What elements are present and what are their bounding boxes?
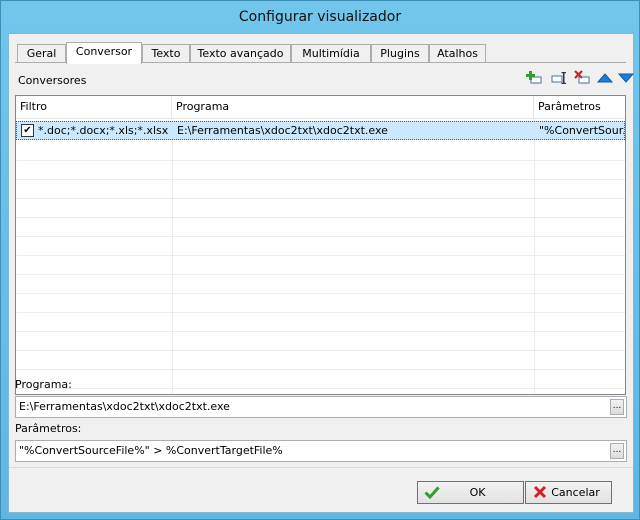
empty-row: [16, 369, 625, 389]
conversor-panel: Conversores Filtro Programa Parâmetros ✔…: [15, 62, 634, 395]
empty-row: [16, 293, 625, 313]
column-header-programa[interactable]: Programa: [172, 96, 534, 118]
ok-button[interactable]: OK: [417, 481, 524, 504]
move-down-icon[interactable]: [617, 69, 635, 87]
empty-row: [16, 236, 625, 256]
tab-texto-avancado[interactable]: Texto avançado: [190, 44, 291, 63]
tab-plugins[interactable]: Plugins: [371, 44, 429, 63]
program-field[interactable]: E:\Ferramentas\xdoc2txt\xdoc2txt.exe ...: [15, 396, 627, 418]
dialog-window: Configurar visualizador Geral Conversor …: [0, 0, 640, 520]
tab-conversor[interactable]: Conversor: [66, 42, 142, 64]
empty-row: [16, 331, 625, 351]
program-label: Programa:: [15, 378, 72, 391]
cell-params: "%ConvertSour...: [539, 124, 624, 137]
params-field[interactable]: "%ConvertSourceFile%" > %ConvertTargetFi…: [15, 440, 627, 462]
cell-program: E:\Ferramentas\xdoc2txt\xdoc2txt.exe: [177, 124, 388, 137]
empty-row: [16, 255, 625, 275]
footer-separator: [9, 467, 633, 468]
tab-multimidia[interactable]: Multimídia: [291, 44, 371, 63]
empty-row: [16, 312, 625, 332]
tab-atalhos[interactable]: Atalhos: [429, 44, 486, 63]
section-title: Conversores: [18, 74, 87, 87]
params-browse-button[interactable]: ...: [610, 443, 624, 459]
program-browse-button[interactable]: ...: [610, 399, 624, 415]
list-header: Filtro Programa Parâmetros: [16, 96, 625, 119]
column-header-parametros[interactable]: Parâmetros: [534, 96, 625, 118]
converters-list[interactable]: Filtro Programa Parâmetros ✔ *.doc;*.doc…: [15, 95, 626, 395]
empty-row: [16, 274, 625, 294]
ok-label: OK: [469, 486, 486, 499]
cell-filter: *.doc;*.docx;*.xls;*.xlsx: [38, 124, 169, 137]
cancel-button[interactable]: Cancelar: [525, 481, 612, 504]
empty-row: [16, 350, 625, 370]
program-value: E:\Ferramentas\xdoc2txt\xdoc2txt.exe: [19, 400, 230, 413]
empty-row: [16, 141, 625, 161]
empty-row: [16, 217, 625, 237]
delete-icon[interactable]: [573, 69, 591, 87]
empty-row: [16, 160, 625, 180]
window-title: Configurar visualizador: [238, 9, 402, 25]
dialog-client-area: Geral Conversor Texto Texto avançado Mul…: [8, 33, 634, 513]
empty-row: [16, 179, 625, 199]
move-up-icon[interactable]: [596, 69, 614, 87]
column-header-filtro[interactable]: Filtro: [16, 96, 172, 118]
cancel-label: Cancelar: [551, 486, 600, 499]
row-enabled-checkbox[interactable]: ✔: [21, 124, 34, 137]
add-icon[interactable]: [525, 69, 543, 87]
edit-icon[interactable]: [550, 69, 568, 87]
params-value: "%ConvertSourceFile%" > %ConvertTargetFi…: [19, 444, 283, 457]
tab-geral[interactable]: Geral: [17, 44, 66, 63]
empty-row: [16, 198, 625, 218]
table-row[interactable]: ✔ *.doc;*.docx;*.xls;*.xlsx E:\Ferrament…: [16, 121, 625, 140]
tab-texto[interactable]: Texto: [142, 44, 190, 63]
params-label: Parâmetros:: [15, 422, 82, 435]
